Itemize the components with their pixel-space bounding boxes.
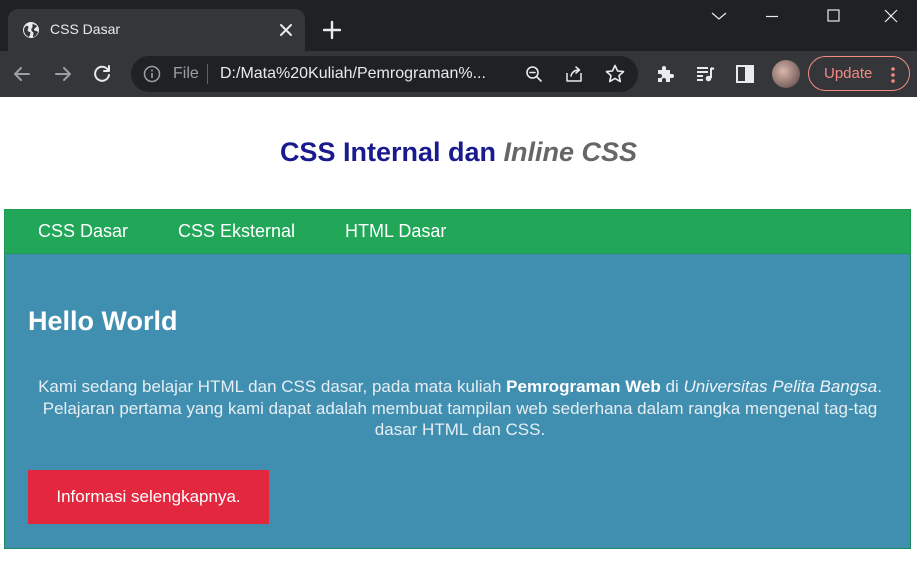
info-icon[interactable] xyxy=(143,65,161,83)
para-text-1: Kami sedang belajar HTML dan CSS dasar, … xyxy=(38,377,507,396)
site-navbar: CSS Dasar CSS Eksternal HTML Dasar xyxy=(4,209,911,254)
page-title-part2: CSS xyxy=(581,137,638,167)
para-bold-course: Pemrograman Web xyxy=(506,377,661,396)
tab-title: CSS Dasar xyxy=(50,21,121,37)
browser-tab-bar: CSS Dasar xyxy=(0,0,917,51)
more-info-button[interactable]: Informasi selengkapnya. xyxy=(28,470,269,524)
puzzle-icon[interactable] xyxy=(654,63,676,85)
page-title-italic: Inline xyxy=(503,137,575,167)
chevron-down-icon[interactable] xyxy=(696,0,742,34)
minimize-icon[interactable] xyxy=(748,0,794,34)
forward-icon[interactable] xyxy=(52,63,74,85)
intro-paragraph: Kami sedang belajar HTML dan CSS dasar, … xyxy=(35,376,885,441)
media-queue-icon[interactable] xyxy=(694,63,716,85)
para-text-2: di xyxy=(660,377,684,396)
page-title-part1: CSS Internal dan xyxy=(279,137,496,167)
update-label: Update xyxy=(824,65,873,82)
para-italic-university: Universitas Pelita Bangsa xyxy=(683,377,878,396)
url-text[interactable]: D:/Mata%20Kuliah/Pemrograman%... xyxy=(220,65,486,83)
more-vert-icon xyxy=(891,67,895,83)
nav-link-css-dasar[interactable]: CSS Dasar xyxy=(38,221,128,242)
address-bar[interactable]: File D:/Mata%20Kuliah/Pemrograman%... xyxy=(131,56,638,92)
update-button[interactable]: Update xyxy=(808,56,910,91)
browser-tab[interactable]: CSS Dasar xyxy=(8,9,305,51)
nav-link-css-eksternal[interactable]: CSS Eksternal xyxy=(178,221,295,242)
nav-link-html-dasar[interactable]: HTML Dasar xyxy=(345,221,446,242)
maximize-icon[interactable] xyxy=(810,0,856,34)
content-heading: Hello World xyxy=(28,306,178,336)
plus-icon[interactable] xyxy=(320,18,344,42)
share-icon[interactable] xyxy=(564,64,584,84)
browser-toolbar: File D:/Mata%20Kuliah/Pemrograman%... Up… xyxy=(0,51,917,97)
page-title: CSS Internal dan Inline CSS xyxy=(0,137,917,168)
content-panel: Hello World Kami sedang belajar HTML dan… xyxy=(4,254,911,549)
close-icon[interactable] xyxy=(276,20,296,40)
globe-icon xyxy=(23,22,39,38)
url-scheme-label: File xyxy=(173,65,199,82)
avatar[interactable] xyxy=(772,60,800,88)
side-panel-icon[interactable] xyxy=(734,63,756,85)
zoom-icon[interactable] xyxy=(524,64,544,84)
back-icon[interactable] xyxy=(11,63,33,85)
window-close-icon[interactable] xyxy=(868,0,914,34)
omnibox-divider xyxy=(207,64,208,84)
reload-icon[interactable] xyxy=(91,63,113,85)
star-icon[interactable] xyxy=(604,63,626,85)
